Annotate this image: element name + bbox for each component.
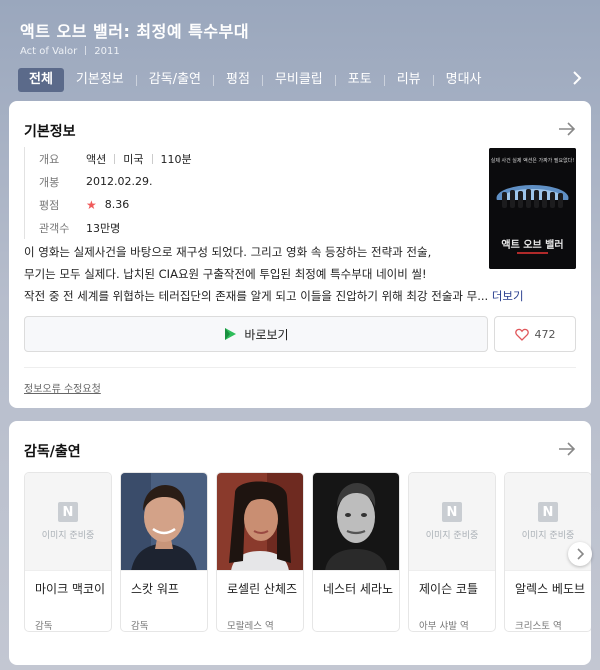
tab-clips[interactable]: 무비클립 — [263, 68, 335, 92]
info-label: 관객수 — [39, 221, 70, 235]
cast-item[interactable]: N 이미지 준비중 제이슨 코틀 아부 샤발 역 — [408, 472, 496, 632]
info-list: 개요 액션 미국 110분 개봉 2012.02.29. 평점 ★ 8.36 관객수 … — [24, 147, 192, 239]
cast-card: 감독/출연 N 이미지 준비중 마이크 맥코이 감독 스캇 워프 감독 로셀린 … — [9, 421, 592, 665]
movie-subtitle: Act of Valor 2011 — [20, 46, 120, 57]
basic-info-more-button[interactable] — [557, 121, 577, 137]
cast-role: 크리스토 역 — [515, 621, 562, 632]
placeholder-text: 이미지 준비중 — [425, 531, 479, 541]
tab-basic-info[interactable]: 기본정보 — [64, 68, 136, 92]
portrait-image — [217, 473, 303, 570]
runtime: 110분 — [160, 152, 192, 166]
portrait-image — [313, 473, 399, 570]
genre: 액션 — [86, 152, 107, 166]
release-date: 2012.02.29. — [86, 175, 153, 188]
tab-reviews[interactable]: 리뷰 — [385, 68, 433, 92]
info-label: 개요 — [39, 152, 60, 166]
cast-item[interactable]: N 이미지 준비중 마이크 맥코이 감독 — [24, 472, 112, 632]
cast-scroll-next-button[interactable] — [568, 542, 592, 566]
cast-name: 마이크 맥코이 — [35, 582, 106, 596]
cast-role: 아부 샤발 역 — [419, 621, 469, 632]
movie-header: 액트 오브 밸러: 최정예 특수부대 Act of Valor 2011 전체 기… — [0, 0, 600, 100]
synopsis: 이 영화는 실제사건을 바탕으로 재구성 되었다. 그리고 영화 속 등장하는 … — [24, 241, 574, 307]
info-row-rating: 평점 ★ 8.36 — [39, 193, 192, 216]
rating-score: 8.36 — [104, 198, 130, 211]
like-count: 472 — [534, 327, 556, 341]
cast-name: 스캇 워프 — [131, 582, 179, 596]
poster-tagline: 실제 사건 실제 액션은 가짜가 필요없다! — [491, 157, 575, 164]
cast-more-button[interactable] — [557, 441, 577, 457]
heart-icon — [514, 328, 529, 341]
tab-all[interactable]: 전체 — [18, 68, 64, 92]
basic-info-card: 기본정보 개요 액션 미국 110분 개봉 2012.02.29. 평점 ★ 8.36… — [9, 101, 591, 408]
tab-rating[interactable]: 평점 — [214, 68, 262, 92]
section-title: 감독/출연 — [24, 444, 81, 460]
release-year: 2011 — [94, 46, 120, 57]
cast-photo — [313, 473, 399, 571]
cast-item[interactable]: 스캇 워프 감독 — [120, 472, 208, 632]
divider — [24, 367, 576, 368]
divider — [114, 153, 116, 164]
country: 미국 — [123, 152, 144, 166]
info-value: 액션 미국 110분 — [86, 151, 192, 167]
synopsis-line: 이 영화는 실제사건을 바탕으로 재구성 되었다. 그리고 영화 속 등장하는 … — [24, 245, 432, 259]
report-error-link[interactable]: 정보오류 수정요청 — [24, 380, 101, 395]
n-logo-icon: N — [58, 502, 78, 522]
placeholder-text: 이미지 준비중 — [41, 531, 95, 541]
info-label: 평점 — [39, 198, 60, 212]
n-logo-icon: N — [538, 502, 558, 522]
cast-photo — [217, 473, 303, 571]
synopsis-line: 무기는 모두 실제다. 납치된 CIA요원 구출작전에 투입된 최정예 특수부대… — [24, 267, 427, 281]
divider — [85, 46, 87, 55]
cast-name: 알렉스 베도브 — [515, 582, 586, 596]
info-row-audience: 관객수 13만명 — [39, 216, 192, 239]
section-tabs: 전체 기본정보 감독/출연 평점 무비클립 포토 리뷰 명대사 — [18, 68, 494, 92]
synopsis-line: 작전 중 전 세계를 위협하는 테러집단의 존재를 알게 되고 이들을 진압하기… — [24, 289, 489, 303]
arrow-right-icon — [559, 442, 576, 456]
watch-now-button[interactable]: 바로보기 — [24, 316, 488, 352]
tab-cast[interactable]: 감독/출연 — [137, 68, 213, 92]
like-button[interactable]: 472 — [494, 316, 576, 352]
play-icon — [225, 328, 237, 340]
watch-now-label: 바로보기 — [244, 327, 289, 342]
more-link[interactable]: 더보기 — [492, 289, 524, 303]
n-logo-icon: N — [442, 502, 462, 522]
original-title: Act of Valor — [20, 46, 78, 57]
chevron-right-icon — [577, 548, 584, 560]
cast-name: 로셀린 산체즈 — [227, 582, 298, 596]
info-label: 개봉 — [39, 175, 60, 189]
tab-quotes[interactable]: 명대사 — [434, 68, 494, 92]
placeholder-text: 이미지 준비중 — [521, 531, 575, 541]
cast-item[interactable]: 네스터 세라노 — [312, 472, 400, 632]
divider — [151, 153, 153, 164]
section-title: 기본정보 — [24, 124, 76, 140]
rating-value: ★ 8.36 — [86, 198, 129, 212]
photo-placeholder: N 이미지 준비중 — [25, 473, 111, 571]
cast-item[interactable]: 로셀린 산체즈 모랄레스 역 — [216, 472, 304, 632]
tab-photos[interactable]: 포토 — [336, 68, 384, 92]
audience-count: 13만명 — [86, 221, 121, 235]
photo-placeholder: N 이미지 준비중 — [409, 473, 495, 571]
portrait-image — [121, 473, 207, 570]
cast-role: 모랄레스 역 — [227, 621, 274, 632]
cast-name: 네스터 세라노 — [323, 582, 394, 596]
cast-role: 감독 — [131, 621, 149, 632]
cast-role: 감독 — [35, 621, 53, 632]
chevron-right-icon — [573, 71, 582, 85]
arrow-right-icon — [559, 122, 576, 136]
cast-name: 제이슨 코틀 — [419, 582, 479, 596]
star-icon: ★ — [86, 197, 97, 212]
cast-list: N 이미지 준비중 마이크 맥코이 감독 스캇 워프 감독 로셀린 산체즈 모랄… — [24, 472, 591, 632]
tabs-next-button[interactable] — [568, 70, 586, 90]
cast-photo — [121, 473, 207, 571]
info-row-release: 개봉 2012.02.29. — [39, 170, 192, 193]
synopsis-line-last: 작전 중 전 세계를 위협하는 테러집단의 존재를 알게 되고 이들을 진압하기… — [24, 285, 574, 307]
info-row-overview: 개요 액션 미국 110분 — [39, 147, 192, 170]
page-title: 액트 오브 밸러: 최정예 특수부대 — [20, 22, 250, 41]
